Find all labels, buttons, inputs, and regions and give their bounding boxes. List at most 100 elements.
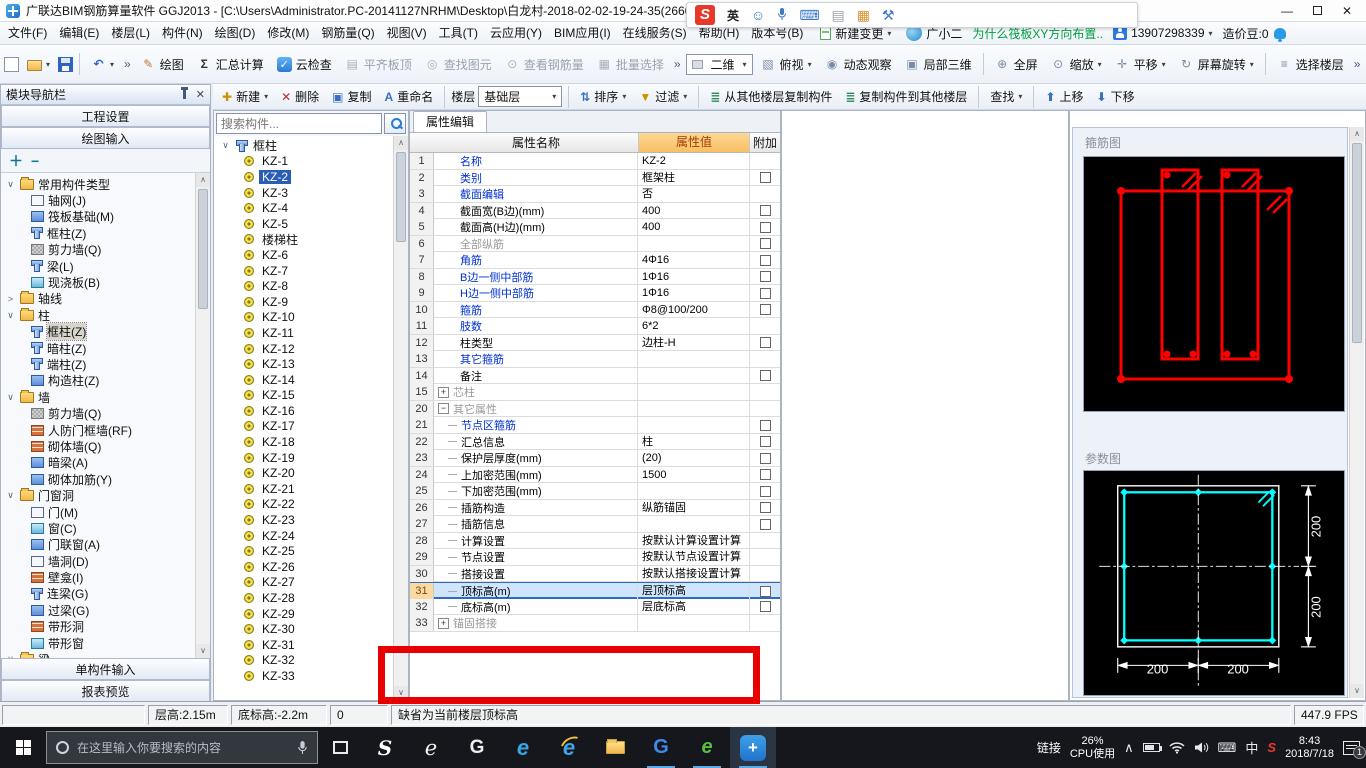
nav-tree-item[interactable]: ∨ 墙 [1,389,195,405]
nav-tree-item[interactable]: ∨ 常用构件类型 [1,176,195,192]
property-row[interactable]: 32 底标高(m) 层底标高 [410,598,780,615]
component-list-item[interactable]: KZ-27 [214,575,393,591]
filter-button[interactable]: ▼ 过滤 ▾ [634,85,692,108]
project-settings-button[interactable]: 工程设置 [1,105,210,127]
nav-tree-item[interactable]: ∨ 柱 [1,307,195,323]
component-list-item[interactable]: KZ-24 [214,528,393,544]
property-value[interactable]: 框架柱 [638,169,750,186]
taskbar-search-box[interactable]: 在这里输入你要搜索的内容 [46,731,318,764]
toolbar-overflow-chevron[interactable]: » [122,57,133,71]
close-icon[interactable]: ✕ [196,88,205,101]
property-row[interactable]: 5 截面高(H边)(mm) 400 [410,219,780,236]
extra-checkbox[interactable] [759,452,771,464]
nav-tree-item[interactable]: 窗(C) [1,520,195,536]
component-list-item[interactable]: KZ-18 [214,434,393,450]
property-value[interactable]: 层顶标高 [638,583,750,599]
zoom-button[interactable]: ⊙ 缩放 ▾ [1046,53,1107,76]
tray-clock[interactable]: 8:43 2018/7/18 [1285,735,1334,761]
nav-tree-item[interactable]: 构造柱(Z) [1,373,195,389]
taskbar-app-glodon[interactable]: G [638,727,684,768]
property-value[interactable] [638,417,750,433]
pan-button[interactable]: ✛ 平移 ▾ [1110,53,1171,76]
taskbar-app-file-explorer[interactable] [592,727,638,768]
drawing-area[interactable] [781,110,1069,701]
extra-checkbox[interactable] [759,419,771,431]
scroll-up-icon[interactable]: ∧ [1350,127,1364,141]
extra-checkbox[interactable] [759,585,771,597]
property-row[interactable]: 11 肢数 6*2 [410,318,780,335]
property-row[interactable]: 9 H边一侧中部筋 1Φ16 [410,285,780,302]
nav-tree-item[interactable]: 剪力墙(Q) [1,405,195,421]
notification-bell-icon[interactable] [1273,27,1286,42]
nav-tree-item[interactable]: 门联窗(A) [1,537,195,553]
component-root-item[interactable]: ∨ 框柱 [214,138,393,154]
stirrup-diagram-canvas[interactable] [1083,156,1345,412]
new-component-button[interactable]: ✚ 新建 ▾ [217,85,273,108]
property-row[interactable]: 8 B边一侧中部筋 1Φ16 [410,268,780,285]
extra-checkbox[interactable] [759,238,771,249]
property-value[interactable] [638,615,750,631]
task-view-button[interactable] [318,727,362,768]
nav-tree-item[interactable]: 梁(L) [1,258,195,274]
maximize-button[interactable] [1302,1,1332,21]
nav-tree-item[interactable]: 筏板基础(M) [1,209,195,225]
property-row[interactable]: 10 箍筋 Φ8@100/200 [410,301,780,318]
ime-mic-icon[interactable] [777,7,787,23]
move-down-button[interactable]: ⬇ 下移 [1092,85,1140,108]
move-up-button[interactable]: ⬆ 上移 [1040,85,1088,108]
full-screen-button[interactable]: ⊕ 全屏 [990,53,1043,76]
component-list-item[interactable]: KZ-9 [214,294,393,310]
extra-checkbox[interactable] [759,485,771,497]
component-list-item[interactable]: KZ-26 [214,559,393,575]
param-diagram-canvas[interactable]: 200 200 200 200 [1083,470,1345,696]
summary-calc-button[interactable]: 汇总计算 [192,53,269,76]
property-row[interactable]: 6 全部纵筋 [410,235,780,252]
extra-checkbox[interactable] [759,287,771,299]
screen-rotate-button[interactable]: ↻ 屏幕旋转 ▾ [1174,53,1259,76]
component-list-item[interactable]: KZ-3 [214,185,393,201]
property-row[interactable]: 23 保护层厚度(mm) (20) [410,450,780,467]
single-component-input-button[interactable]: 单构件输入 [1,658,210,680]
extra-checkbox[interactable] [759,304,771,315]
extra-checkbox[interactable] [759,337,771,348]
property-row[interactable]: 24 上加密范围(mm) 1500 [410,466,780,483]
taskbar-app-glodon-white[interactable]: G [454,727,500,768]
property-row[interactable]: 15 + 芯柱 [410,384,780,401]
minimize-button[interactable]: — [1272,1,1302,21]
expand-box-icon[interactable]: + [438,386,449,398]
component-list-item[interactable]: KZ-4 [214,200,393,216]
component-list-item[interactable]: KZ-17 [214,419,393,435]
menu-item[interactable]: 楼层(L) [105,22,156,44]
cloud-check-button[interactable]: 云检查 [272,53,337,76]
property-value[interactable]: 否 [638,186,750,202]
undo-button[interactable]: ▾ [86,54,119,75]
mic-icon[interactable] [297,740,308,755]
property-row[interactable]: 1 名称 KZ-2 [410,153,780,170]
property-value[interactable]: KZ-2 [638,153,750,169]
copy-to-other-floor-button[interactable]: ≣ 复制构件到其他楼层 [840,85,972,108]
close-button[interactable]: ✕ [1332,1,1362,21]
component-list-item[interactable]: KZ-33 [214,668,393,684]
property-row[interactable]: 21 节点区箍筋 [410,417,780,434]
tab-property-edit[interactable]: 属性编辑 [413,111,488,132]
ime-language-toggle[interactable]: 英 [727,7,739,24]
tray-expand-icon[interactable]: ∧ [1124,740,1134,756]
component-list-item[interactable]: KZ-6 [214,247,393,263]
sogou-tray-icon[interactable]: S [1267,740,1276,755]
nav-tree-item[interactable]: 人防门框墙(RF) [1,422,195,438]
property-row[interactable]: 2 类别 框架柱 [410,169,780,186]
tree-expander-icon[interactable]: ∨ [5,490,16,501]
property-value[interactable]: 纵筋锚固 [638,499,750,516]
start-button[interactable] [0,727,46,768]
wifi-icon[interactable] [1169,741,1185,754]
property-row[interactable]: 12 柱类型 边柱-H [410,334,780,351]
component-list-item[interactable]: KZ-22 [214,497,393,513]
list-scrollbar[interactable]: ∧ ∨ [393,136,408,700]
nav-tree-item[interactable]: 框柱(Z) [1,322,195,342]
menu-item[interactable]: 文件(F) [2,22,53,44]
draw-button[interactable]: 绘图 [136,53,189,76]
search-input[interactable] [216,113,382,134]
property-row[interactable]: 28 计算设置 按默认计算设置计算 [410,532,780,549]
menu-item[interactable]: 绘图(D) [209,22,262,44]
component-list-item[interactable]: KZ-30 [214,621,393,637]
